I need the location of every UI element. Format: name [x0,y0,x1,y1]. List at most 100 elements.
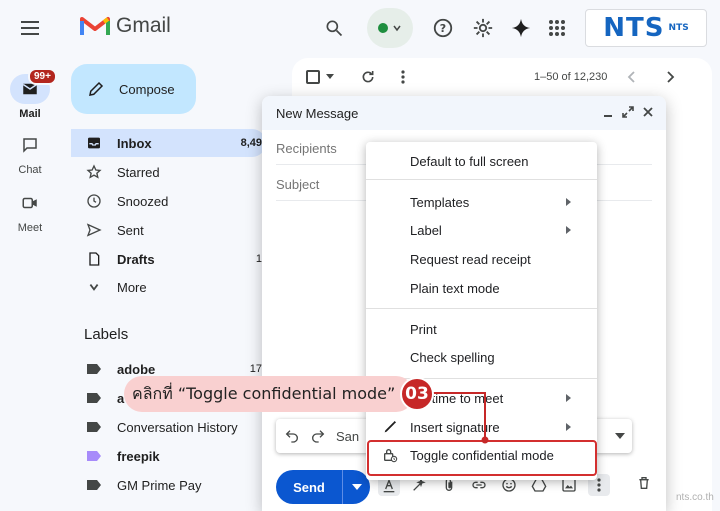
rail-mail-label: Mail [19,108,41,120]
menu-item-label: Plain text mode [410,280,500,296]
redo-icon[interactable] [310,428,326,444]
sidebar-item-snoozed[interactable]: Snoozed [71,187,266,215]
menu-item-label[interactable]: Label [366,216,597,244]
search-icon[interactable] [320,14,348,42]
minimize-icon[interactable] [602,106,614,118]
menu-item-check-spelling[interactable]: Check spelling [366,343,597,371]
sidebar-item-more[interactable]: More [71,273,266,301]
menu-item-request-read-receipt[interactable]: Request read receipt [366,245,597,273]
sidebar-item-drafts[interactable]: Drafts 1 [71,245,266,273]
select-all-checkbox[interactable] [306,70,334,84]
rail-meet[interactable]: Meet [0,188,60,234]
menu-item-label: Request read receipt [410,251,531,267]
rail-chat[interactable]: Chat [0,130,60,176]
menu-divider [366,308,597,309]
chat-icon [23,138,37,153]
caret-down-icon [351,484,362,490]
instruction-callout: คลิกที่ “Toggle confidential mode” [124,376,414,412]
nts-logo-text: NTS [603,13,665,43]
send-button[interactable]: Send [276,470,342,504]
apps-grid-icon[interactable] [543,14,571,42]
sidebar-item-label: Inbox [117,135,152,151]
refresh-icon[interactable] [360,69,376,85]
menu-item-label: Check spelling [410,349,495,365]
menu-divider [366,179,597,180]
send-icon [86,223,102,237]
sidebar-item-label: Starred [117,164,160,180]
pagination-text: 1–50 of 12,230 [534,71,608,83]
menu-item-label: Default to full screen [410,153,529,169]
close-icon[interactable] [642,106,654,118]
label-name: Conversation History [117,419,238,435]
label-tag-icon [87,480,101,490]
status-selector[interactable] [367,8,413,48]
clock-icon [87,194,101,208]
instruction-text: คลิกที่ “Toggle confidential mode” [132,383,396,403]
recipients-placeholder: Recipients [276,141,337,156]
watermark: nts.co.th [676,492,714,503]
pencil-icon [89,81,104,96]
app-name: Gmail [116,14,171,37]
compose-label: Compose [119,81,175,97]
previous-page-icon[interactable] [626,71,638,83]
sidebar-item-inbox[interactable]: Inbox 8,49 [71,129,266,157]
menu-item-print[interactable]: Print [366,315,597,343]
label-name: freepik [117,448,160,464]
submenu-arrow-icon [566,198,571,206]
mail-unread-badge: 99+ [28,68,57,85]
label-tag-icon [87,364,101,374]
nts-logo-small-text: NTS [668,23,689,33]
step-number-badge: 03 [400,377,434,411]
caret-down-icon [326,74,334,79]
formatting-more-caret-icon[interactable] [615,433,625,439]
more-vertical-icon[interactable] [400,69,406,85]
sidebar-item-sent[interactable]: Sent [71,216,266,244]
gemini-sparkle-icon[interactable] [507,14,535,42]
sidebar-item-label: More [117,279,147,295]
compose-button[interactable]: Compose [71,64,196,114]
expand-icon[interactable] [622,106,634,118]
inbox-icon [88,137,100,149]
submenu-arrow-icon [566,394,571,402]
svg-text:?: ? [440,22,446,35]
sidebar-item-starred[interactable]: Starred [71,158,266,186]
main-menu-icon[interactable] [18,16,42,40]
help-icon[interactable]: ? [429,14,457,42]
status-active-dot [378,23,388,33]
menu-item-default-full-screen[interactable]: Default to full screen [366,147,597,175]
rail-mail[interactable]: 99+ Mail [0,68,60,120]
labels-heading: Labels [84,326,129,343]
gmail-logo[interactable]: Gmail [80,14,171,38]
label-item-freepik[interactable]: freepik [71,442,266,470]
label-name: GM Prime Pay [117,477,202,493]
undo-icon[interactable] [284,428,300,444]
submenu-arrow-icon [566,423,571,431]
account-logo[interactable]: NTS NTS [585,9,707,47]
send-button-group: Send [276,470,370,504]
label-name: adobe [117,361,156,377]
sidebar-item-label: Snoozed [117,193,169,209]
label-item-gm-prime-pay[interactable]: GM Prime Pay [71,471,266,499]
rail-meet-label: Meet [17,222,43,234]
next-page-icon[interactable] [664,71,676,83]
video-camera-icon [22,197,37,209]
trash-icon[interactable] [636,475,652,491]
rail-chat-label: Chat [18,164,42,176]
menu-item-templates[interactable]: Templates [366,188,597,216]
font-selector[interactable]: San [336,429,359,444]
sidebar-item-label: Sent [117,222,144,238]
menu-item-label: Templates [410,194,470,210]
label-tag-icon [87,393,101,403]
label-item-conversation-history[interactable]: Conversation History [71,413,266,441]
subject-placeholder: Subject [276,177,320,192]
label-tag-icon [87,451,101,461]
submenu-arrow-icon [566,226,571,234]
menu-item-label: Print [410,321,437,337]
chevron-down-icon [393,25,401,32]
chevron-down-icon [89,284,99,291]
settings-gear-icon[interactable] [469,14,497,42]
compose-title: New Message [276,105,359,121]
menu-item-label: Label [410,222,442,238]
menu-item-plain-text-mode[interactable]: Plain text mode [366,274,597,302]
star-icon [86,164,102,179]
